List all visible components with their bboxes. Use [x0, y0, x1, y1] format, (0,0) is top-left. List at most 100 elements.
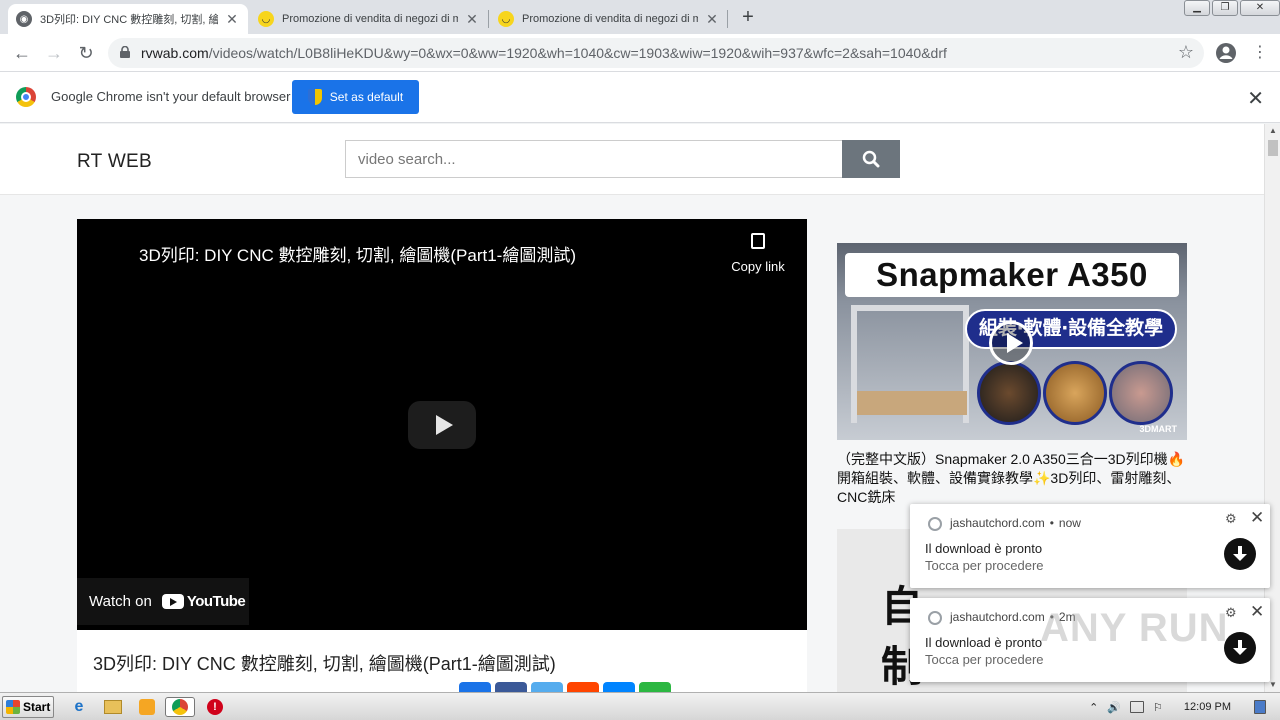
notification-close-icon[interactable]: ✕ — [1250, 508, 1264, 528]
search-icon — [862, 150, 880, 168]
set-as-default-label: Set as default — [329, 90, 404, 104]
back-arrow-icon[interactable]: ← — [10, 41, 34, 65]
restore-icon[interactable]: ❐ — [1212, 0, 1238, 16]
video-page-title: 3D列印: DIY CNC 數控雕刻, 切割, 繪圖機(Part1-繪圖測試) — [93, 654, 556, 674]
tab-separator — [488, 10, 489, 28]
network-icon[interactable] — [1130, 701, 1145, 713]
tab-video[interactable]: ◉ 3D列印: DIY CNC 數控雕刻, 切割, 繪 ✕ — [8, 4, 248, 34]
system-tray: ⌃ 🔊 ⚐ 12:09 PM — [1089, 696, 1280, 718]
smiley-icon: ◡ — [498, 11, 514, 27]
shield-warning-icon[interactable]: ! — [204, 697, 226, 717]
sample-circle-1 — [977, 361, 1041, 425]
window-controls: ▁ ❐ ✕ — [1182, 0, 1280, 18]
set-as-default-button[interactable]: Set as default — [292, 80, 419, 114]
share-twitter-icon[interactable] — [531, 682, 563, 692]
copy-link-button[interactable]: Copy link — [727, 233, 789, 274]
tab-promo-1[interactable]: ◡ Promozione di vendita di negozi di m ✕ — [250, 4, 488, 34]
lock-icon — [120, 46, 130, 58]
clock[interactable]: 12:09 PM — [1184, 701, 1231, 713]
tray-expand-icon[interactable]: ⌃ — [1089, 701, 1098, 714]
smiley-icon: ◡ — [258, 11, 274, 27]
volume-icon[interactable]: 🔊 — [1107, 701, 1121, 714]
share-messenger-icon[interactable] — [603, 682, 635, 692]
site-brand[interactable]: RT WEB — [77, 151, 152, 173]
reload-icon[interactable]: ↻ — [74, 41, 98, 65]
video-info-panel: 3D列印: DIY CNC 數控雕刻, 切割, 繪圖機(Part1-繪圖測試) — [77, 630, 807, 692]
flag-icon[interactable]: ⚐ — [1153, 701, 1163, 714]
url-text[interactable]: rvwab.com/videos/watch/L0B8liHeKDU&wy=0&… — [141, 45, 947, 61]
address-bar[interactable]: rvwab.com/videos/watch/L0B8liHeKDU&wy=0&… — [108, 38, 1204, 68]
thumbnail-play-icon — [989, 321, 1033, 365]
tab-close-icon[interactable]: ✕ — [704, 11, 720, 28]
chrome-notification-icon — [928, 517, 942, 531]
notification-source: jashautchord.com • now — [950, 516, 1081, 530]
share-buttons — [459, 682, 671, 692]
copy-icon — [751, 233, 765, 249]
forward-arrow-icon[interactable]: → — [42, 41, 66, 65]
notification-heading: Il download è pronto — [925, 541, 1043, 556]
chrome-notification-icon — [928, 611, 942, 625]
infobar-message: Google Chrome isn't your default browser — [51, 89, 291, 104]
thumbnail-brand: 3DMART — [1139, 424, 1178, 434]
taskbar: Start e ! ⌃ 🔊 ⚐ 12:09 PM — [0, 692, 1280, 720]
download-icon[interactable] — [1224, 632, 1256, 664]
profile-avatar-icon[interactable] — [1215, 42, 1237, 64]
scroll-up-arrow-icon[interactable]: ▲ — [1265, 124, 1280, 138]
windows-logo-icon — [6, 700, 20, 714]
tab-separator — [727, 10, 728, 28]
default-browser-infobar: Google Chrome isn't your default browser… — [0, 72, 1280, 123]
youtube-logo-icon: YouTube — [161, 593, 246, 610]
uac-shield-icon — [307, 89, 322, 105]
start-label: Start — [23, 700, 51, 714]
download-notification[interactable]: jashautchord.com • now Il download è pront… — [910, 504, 1270, 588]
browser-toolbar: ← → ↻ rvwab.com/videos/watch/L0B8liHeKDU… — [0, 34, 1280, 72]
show-desktop-icon[interactable] — [1254, 700, 1266, 714]
notification-close-icon[interactable]: ✕ — [1250, 602, 1264, 622]
related-video-thumbnail-1[interactable]: Snapmaker A350 組裝‧軟體‧設備全教學 3DMART — [837, 243, 1187, 440]
site-header: RT WEB — [0, 124, 1264, 195]
sample-circle-2 — [1043, 361, 1107, 425]
start-button[interactable]: Start — [2, 696, 54, 718]
kebab-menu-icon[interactable]: ⋮ — [1248, 41, 1272, 65]
media-player-icon[interactable] — [136, 697, 158, 717]
play-button[interactable] — [408, 401, 476, 449]
video-player[interactable]: 3D列印: DIY CNC 數控雕刻, 切割, 繪圖機(Part1-繪圖測試) … — [77, 219, 807, 630]
download-icon[interactable] — [1224, 538, 1256, 570]
notification-body: Tocca per procedere — [925, 652, 1044, 667]
chrome-taskbar-icon[interactable] — [165, 697, 195, 717]
video-title-overlay[interactable]: 3D列印: DIY CNC 數控雕刻, 切割, 繪圖機(Part1-繪圖測試) — [139, 241, 576, 266]
anyrun-watermark: ANY RUN — [1040, 606, 1229, 650]
share-reddit-icon[interactable] — [567, 682, 599, 692]
watch-on-youtube-button[interactable]: Watch on YouTube — [77, 578, 249, 625]
watch-on-label: Watch on — [89, 593, 152, 610]
tab-strip: ◉ 3D列印: DIY CNC 數控雕刻, 切割, 繪 ✕ ◡ Promozio… — [0, 0, 1280, 34]
search-button[interactable] — [842, 140, 900, 178]
notification-heading: Il download è pronto — [925, 635, 1043, 650]
tab-promo-2[interactable]: ◡ Promozione di vendita di negozi di m ✕ — [490, 4, 728, 34]
new-tab-button[interactable]: + — [736, 6, 760, 30]
bookmark-star-icon[interactable]: ☆ — [1178, 42, 1194, 63]
share-line-icon[interactable] — [639, 682, 671, 692]
copy-link-label: Copy link — [731, 259, 785, 274]
tab-title: 3D列印: DIY CNC 數控雕刻, 切割, 繪 — [40, 14, 218, 26]
globe-icon: ◉ — [16, 11, 32, 27]
tab-title: Promozione di vendita di negozi di m — [282, 13, 458, 25]
tab-close-icon[interactable]: ✕ — [224, 11, 240, 28]
infobar-close-icon[interactable]: ✕ — [1247, 86, 1264, 111]
sample-circle-3 — [1109, 361, 1173, 425]
scrollbar-thumb[interactable] — [1268, 140, 1278, 156]
tab-title: Promozione di vendita di negozi di m — [522, 13, 698, 25]
thumbnail-title-text: Snapmaker A350 — [845, 253, 1179, 297]
printer-bed-illustration — [857, 391, 967, 415]
share-generic-icon[interactable] — [459, 682, 491, 692]
minimize-icon[interactable]: ▁ — [1184, 0, 1210, 16]
internet-explorer-icon[interactable]: e — [68, 697, 90, 717]
related-video-caption-1[interactable]: （完整中文版）Snapmaker 2.0 A350三合一3D列印機🔥開箱組裝、軟… — [837, 450, 1187, 507]
notification-body: Tocca per procedere — [925, 558, 1044, 573]
tab-close-icon[interactable]: ✕ — [464, 11, 480, 28]
file-explorer-icon[interactable] — [102, 697, 124, 717]
search-input[interactable] — [346, 141, 842, 177]
share-facebook-icon[interactable] — [495, 682, 527, 692]
gear-icon[interactable]: ⚙ — [1225, 511, 1237, 527]
close-window-icon[interactable]: ✕ — [1240, 0, 1280, 16]
